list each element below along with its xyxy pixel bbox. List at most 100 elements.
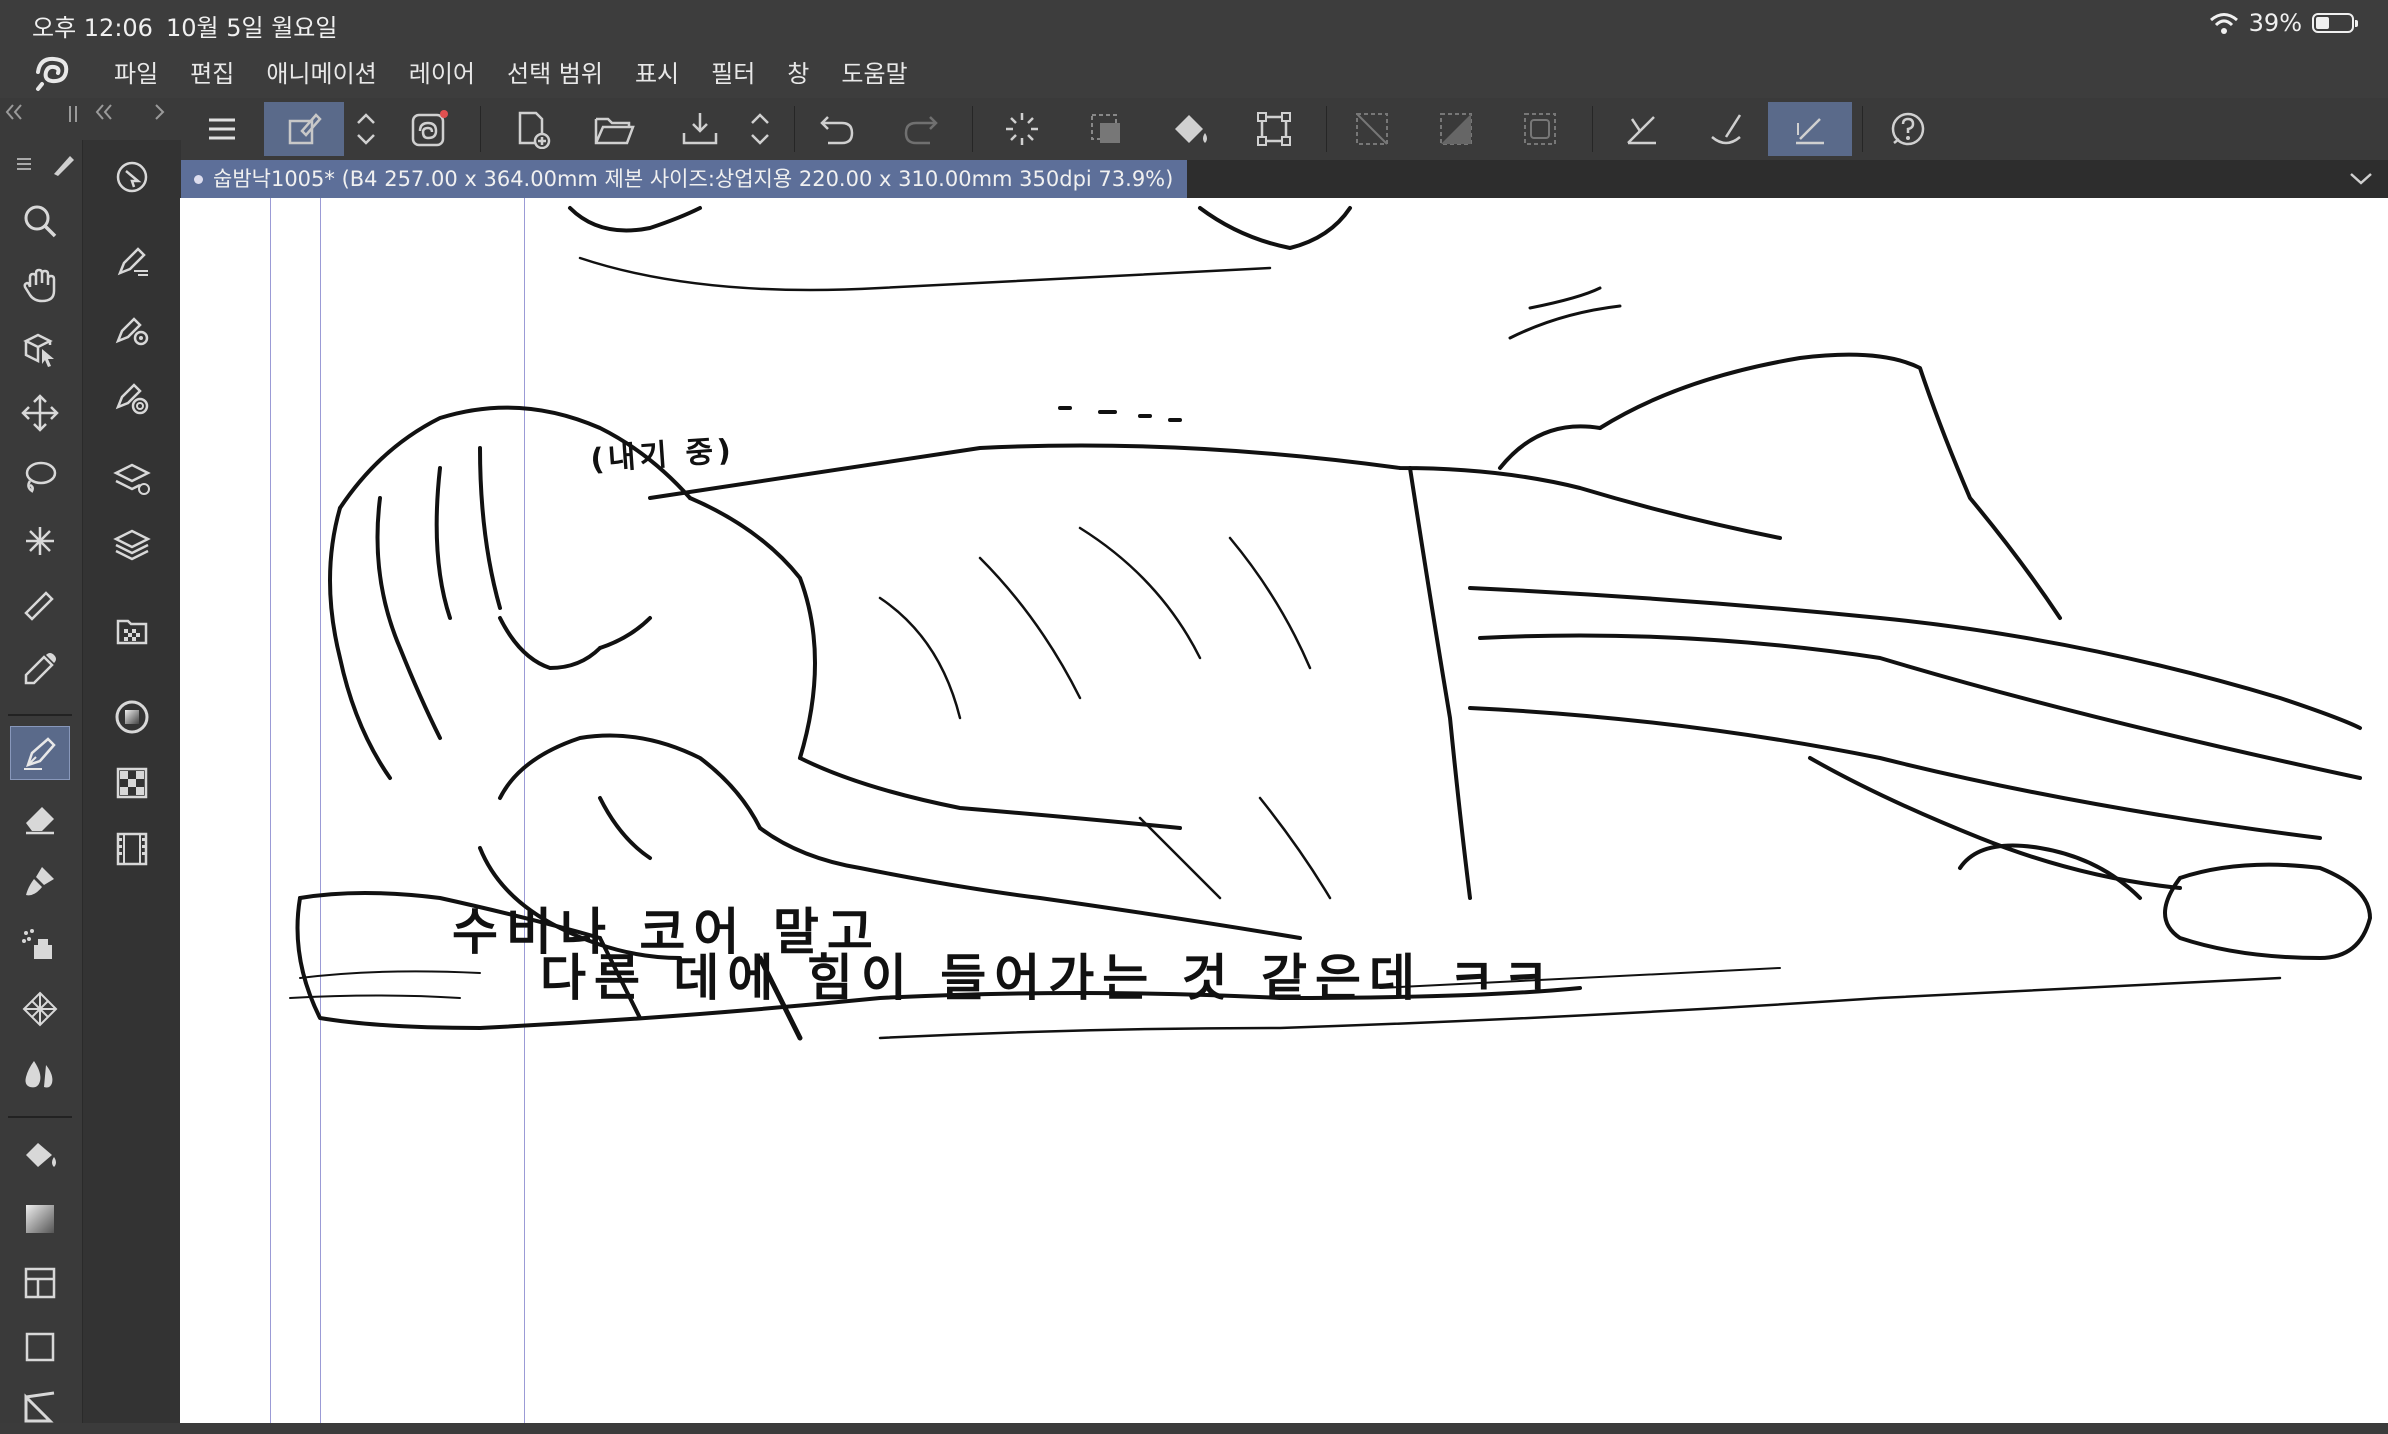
help-button[interactable] [1876, 102, 1940, 156]
snap-curve-icon [1711, 114, 1742, 145]
snap-ruler-icon [1627, 116, 1656, 145]
save-options-button[interactable] [740, 102, 780, 156]
menu-edit[interactable]: 편집 [190, 54, 234, 89]
material-button[interactable] [101, 602, 163, 660]
menu-layer[interactable]: 레이어 [409, 54, 475, 89]
toolbar-scroll-button[interactable] [344, 102, 388, 156]
drawing-canvas[interactable]: (내기 중) 수비나 코어 말고 다른 데에 힘이 들어가는 것 같은데 ㅋㅋ [180, 198, 2388, 1423]
hamburger-menu-button[interactable] [190, 102, 254, 156]
clip-studio-button[interactable] [396, 102, 460, 156]
gradient-icon [26, 1205, 54, 1233]
chevron-updown-icon [751, 113, 769, 145]
tool-airbrush[interactable] [10, 918, 70, 972]
menu-view[interactable]: 표시 [635, 54, 679, 89]
search-icon [24, 205, 57, 238]
snap-special-ruler-button[interactable] [1694, 102, 1758, 156]
menu-selection[interactable]: 선택 범위 [507, 54, 603, 89]
collapse-left-icon[interactable] [4, 102, 26, 122]
menu-help[interactable]: 도움말 [841, 54, 907, 89]
navigator-icon [116, 161, 148, 193]
edit-toolbar-button[interactable] [264, 102, 344, 156]
status-right: 39% [2209, 8, 2358, 38]
magic-wand-icon [26, 527, 54, 555]
fill-button[interactable] [1158, 102, 1222, 156]
tool-zoom[interactable] [10, 194, 70, 248]
menu-file[interactable]: 파일 [114, 54, 158, 89]
save-download-icon [682, 113, 718, 145]
tool-fill[interactable] [10, 1128, 70, 1182]
selection-border-button[interactable] [1508, 102, 1572, 156]
tool-operation[interactable] [10, 322, 70, 376]
new-file-button[interactable] [500, 102, 564, 156]
tool-pen[interactable] [10, 726, 70, 780]
menu-window[interactable]: 창 [787, 54, 809, 89]
separator [1592, 106, 1593, 152]
pen-small-icon [54, 156, 74, 176]
tool-property-button[interactable] [101, 300, 163, 358]
ruler-snap-button[interactable] [1610, 102, 1674, 156]
sub-tool-button[interactable] [101, 232, 163, 290]
tool-decoration[interactable] [10, 982, 70, 1036]
lasso-icon [25, 461, 57, 493]
document-title: 숩밤낙1005* (B4 257.00 x 364.00mm 제본 사이즈:상업… [213, 167, 1174, 191]
tool-blend[interactable] [10, 1046, 70, 1100]
status-time: 오후 12:06 [32, 14, 153, 42]
menu-filter[interactable]: 필터 [711, 54, 755, 89]
tool-lasso[interactable] [10, 450, 70, 504]
app-logo-icon[interactable] [30, 52, 74, 92]
color-circle-button[interactable] [101, 688, 163, 746]
eraser-icon [26, 807, 54, 835]
tool-frame-border[interactable] [10, 1256, 70, 1310]
open-file-button[interactable] [582, 102, 646, 156]
chevron-down-icon[interactable] [2348, 166, 2374, 190]
object-select-icon [23, 333, 54, 367]
tool-eyedropper[interactable] [10, 642, 70, 696]
tool-hand[interactable] [10, 258, 70, 312]
snap-grid-icon [1796, 118, 1824, 145]
clear-selection-icon [1091, 114, 1120, 143]
tool-ruler[interactable] [10, 578, 70, 632]
menu-animation[interactable]: 애니메이션 [266, 54, 376, 89]
navigator-button[interactable] [101, 148, 163, 206]
sketch-artwork [289, 206, 2372, 1041]
color-set-button[interactable] [101, 754, 163, 812]
tool-figure[interactable] [10, 1320, 70, 1374]
divider [8, 714, 72, 716]
tool-eraser[interactable] [10, 790, 70, 844]
tool-brush[interactable] [10, 854, 70, 908]
tool-gradient[interactable] [10, 1192, 70, 1246]
transform-button[interactable] [1242, 102, 1306, 156]
clear-button[interactable] [990, 102, 1054, 156]
tool-ruler-figure[interactable] [10, 1380, 70, 1434]
tool-auto-select[interactable] [10, 514, 70, 568]
eyedropper-icon [24, 653, 56, 685]
edit-pencil-icon [288, 113, 322, 145]
save-button[interactable] [668, 102, 732, 156]
tool-move-layer[interactable] [10, 386, 70, 440]
timeline-button[interactable] [101, 820, 163, 878]
document-tab[interactable]: 숩밤낙1005* (B4 257.00 x 364.00mm 제본 사이즈:상업… [180, 160, 1188, 198]
ruler-icon [24, 591, 54, 621]
clip-studio-icon [411, 110, 448, 147]
invert-selection-icon [1440, 113, 1472, 145]
expand-right-icon[interactable] [152, 102, 168, 122]
brush-size-icon [115, 383, 149, 415]
invert-selection-button[interactable] [1424, 102, 1488, 156]
clear-outside-selection-button[interactable] [1074, 102, 1138, 156]
wifi-icon [2209, 13, 2238, 34]
folder-open-icon [594, 117, 635, 145]
deselect-button[interactable] [1340, 102, 1404, 156]
help-bubble-icon [1891, 112, 1925, 146]
status-date: 10월 5일 월요일 [166, 14, 338, 42]
pen-icon [24, 737, 56, 770]
panel-divider-icon[interactable] [66, 104, 80, 124]
battery-icon [2312, 13, 2358, 33]
brush-size-button[interactable] [101, 368, 163, 426]
snap-grid-button[interactable] [1768, 102, 1852, 156]
collapse-left-icon-2[interactable] [94, 102, 116, 122]
layer-property-button[interactable] [101, 450, 163, 508]
undo-button[interactable] [806, 102, 870, 156]
redo-button[interactable] [888, 102, 952, 156]
panel-menu-icon[interactable] [14, 154, 34, 174]
layer-button[interactable] [101, 516, 163, 574]
